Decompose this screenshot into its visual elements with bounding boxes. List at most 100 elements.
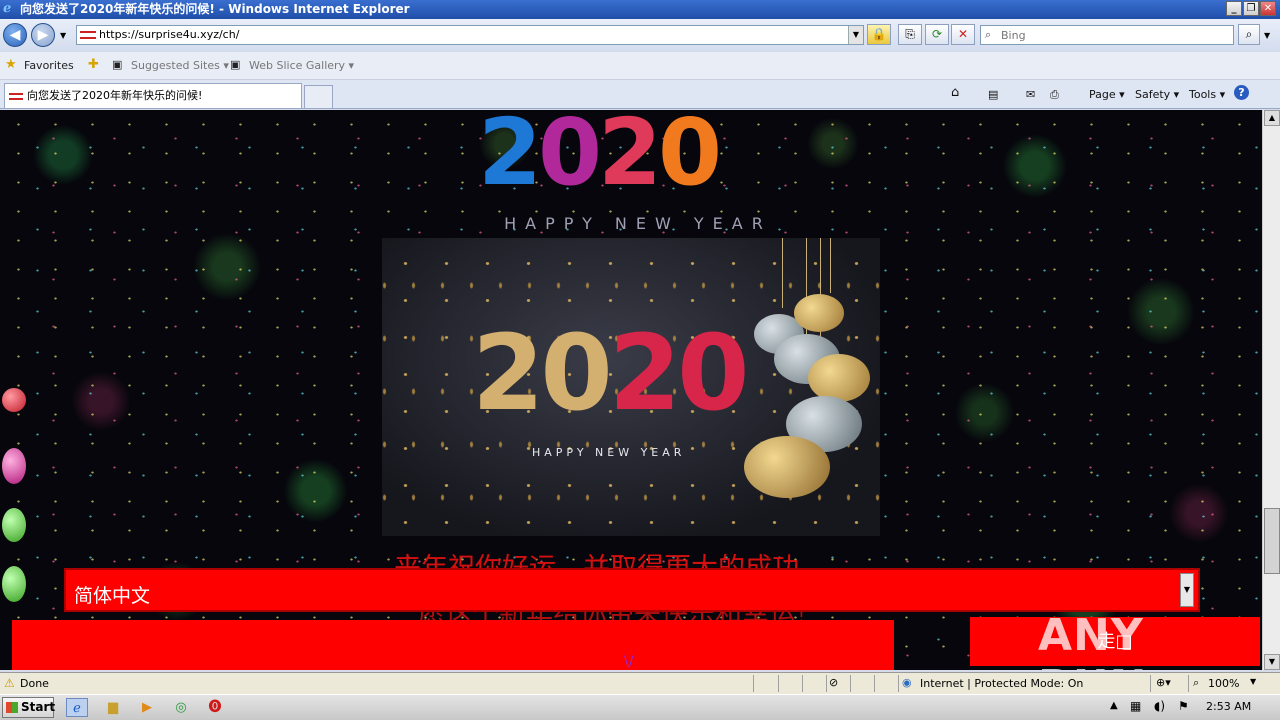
ornament-string [782, 238, 783, 308]
taskbar: Start ℯ ▆ ▶ ◎ ⓿ ▲ ▦ ◖) ⚑ 2:53 AM [0, 694, 1280, 720]
web-slice-icon: ▣ [230, 58, 241, 71]
start-button[interactable]: Start [2, 697, 56, 718]
suggested-sites-link[interactable]: Suggested Sites ▾ [131, 59, 229, 72]
ie-logo-icon: ℯ [3, 1, 12, 16]
scroll-down-icon[interactable]: ▼ [1264, 654, 1280, 670]
read-mail-icon[interactable]: ✉ [1026, 88, 1035, 101]
new-tab-button[interactable] [304, 85, 333, 108]
back-button[interactable]: ◀ [3, 23, 27, 47]
logo-digit: 2 [478, 110, 542, 206]
card-subtitle: HAPPY NEW YEAR [532, 446, 686, 459]
ornament-ball [744, 436, 830, 498]
tray-flag-icon[interactable]: ⚑ [1178, 699, 1189, 713]
start-label: Start [21, 700, 56, 714]
navigation-bar: ◀ ▶ ▼ https://surprise4u.xyz/ch/ ▼ 🔒 ⎘ ⟳… [0, 19, 1280, 52]
search-placeholder: Bing [1001, 29, 1026, 42]
suggested-sites-icon: ▣ [112, 58, 123, 71]
logo-digit: 2 [598, 110, 662, 206]
restore-button[interactable]: ❐ [1243, 1, 1259, 16]
status-divider [850, 675, 851, 692]
new-year-card-image: 2020 HAPPY NEW YEAR [382, 238, 880, 536]
status-bar: ⚠ Done ⊘ ◉ Internet | Protected Mode: On… [0, 672, 1280, 694]
tray-network-icon[interactable]: ▦ [1130, 699, 1141, 713]
search-options-icon[interactable]: ▼ [1264, 31, 1270, 40]
anyrun-watermark: ANY RUN [1038, 610, 1146, 670]
taskbar-explorer-icon[interactable]: ▆ [102, 698, 124, 717]
side-ornament [2, 388, 26, 412]
logo-digit: 0 [658, 110, 722, 206]
web-slice-gallery-link[interactable]: Web Slice Gallery ▾ [249, 59, 354, 72]
status-divider [826, 675, 827, 692]
side-ornament [2, 448, 26, 484]
minimize-button[interactable]: _ [1226, 1, 1242, 16]
tab-active[interactable]: 向您发送了2020年新年快乐的问候! [4, 83, 302, 108]
add-to-favorites-icon[interactable]: ✚ [88, 57, 99, 72]
security-zone-text[interactable]: Internet | Protected Mode: On [920, 677, 1083, 690]
window-title: 向您发送了2020年新年快乐的问候! - Windows Internet Ex… [20, 2, 410, 16]
ornament-ball [794, 294, 844, 332]
taskbar-ie-icon[interactable]: ℯ [66, 698, 88, 717]
page-content: 2020 HAPPY NEW YEAR 2020 HAPPY NEW YEAR … [0, 110, 1262, 670]
name-input[interactable] [12, 620, 894, 670]
zoom-dropdown-icon[interactable]: ▼ [1250, 677, 1256, 686]
warning-icon: ⚠ [4, 676, 15, 690]
side-ornament [2, 508, 26, 542]
tab-label: 向您发送了2020年新年快乐的问候! [27, 89, 203, 102]
search-input[interactable]: ⌕ Bing [980, 25, 1234, 45]
lock-icon[interactable]: 🔒 [867, 24, 891, 45]
internet-zone-icon: ◉ [902, 676, 912, 689]
logo-subtitle: HAPPY NEW YEAR [504, 214, 772, 233]
address-dropdown-icon[interactable]: ▼ [848, 26, 863, 44]
forward-button[interactable]: ▶ [31, 23, 55, 47]
close-window-button[interactable]: ✕ [1260, 1, 1276, 16]
home-icon[interactable]: ⌂ [951, 85, 959, 100]
card-year-red: 20 [608, 312, 750, 434]
tray-expand-icon[interactable]: ▲ [1110, 700, 1118, 711]
status-divider [874, 675, 875, 692]
page-menu[interactable]: Page ▾ [1089, 88, 1125, 101]
recent-pages-dropdown-icon[interactable]: ▼ [60, 31, 66, 40]
refresh-icon[interactable]: ⟳ [925, 24, 949, 45]
protected-mode-icon[interactable]: ⊕▾ [1156, 676, 1171, 689]
address-url[interactable]: https://surprise4u.xyz/ch/ [99, 28, 239, 41]
ornament-string [830, 238, 831, 293]
language-select[interactable]: 简体中文 ▼ [64, 568, 1200, 612]
status-divider [778, 675, 779, 692]
popup-blocker-icon[interactable]: ⊘ [829, 676, 838, 689]
card-year: 2020 [472, 318, 749, 428]
scroll-up-icon[interactable]: ▲ [1264, 110, 1280, 126]
search-button[interactable]: ⌕ [1238, 24, 1260, 45]
zoom-icon[interactable]: ⌕ [1193, 676, 1199, 690]
status-divider [1188, 675, 1189, 692]
feeds-icon[interactable]: ▤ [988, 88, 998, 101]
favorites-star-icon: ★ [5, 57, 17, 72]
favorites-button[interactable]: Favorites [24, 59, 74, 72]
address-bar[interactable]: https://surprise4u.xyz/ch/ ▼ [76, 25, 864, 45]
vertical-scrollbar[interactable]: ▲ ▼ [1262, 110, 1280, 670]
status-divider [802, 675, 803, 692]
compatibility-view-icon[interactable]: ⎘ [898, 24, 922, 45]
safety-menu[interactable]: Safety ▾ [1135, 88, 1179, 101]
side-ornament [2, 566, 26, 602]
favorites-bar: ★ Favorites ✚ ▣ Suggested Sites ▾ ▣ Web … [0, 52, 1280, 80]
select-arrow-icon[interactable]: ▼ [1180, 573, 1194, 607]
language-select-value: 简体中文 [74, 585, 151, 607]
window-title-bar: ℯ 向您发送了2020年新年快乐的问候! - Windows Internet … [0, 0, 1280, 19]
scroll-thumb[interactable] [1264, 508, 1280, 574]
card-year-gold: 20 [472, 312, 613, 434]
tray-volume-icon[interactable]: ◖) [1154, 699, 1165, 713]
taskbar-chrome-icon[interactable]: ◎ [170, 698, 192, 717]
taskbar-clock[interactable]: 2:53 AM [1206, 700, 1251, 713]
windows-logo-icon [6, 702, 18, 713]
bottom-mark: \/ [624, 654, 634, 670]
taskbar-opera-icon[interactable]: ⓿ [204, 698, 226, 717]
taskbar-media-player-icon[interactable]: ▶ [136, 698, 158, 717]
zoom-level[interactable]: 100% [1208, 677, 1239, 690]
print-icon[interactable]: ⎙ [1050, 88, 1059, 102]
help-icon[interactable]: ? [1234, 85, 1249, 100]
logo-digit: 0 [538, 110, 602, 206]
stop-icon[interactable]: ✕ [951, 24, 975, 45]
tools-menu[interactable]: Tools ▾ [1189, 88, 1225, 101]
status-divider [753, 675, 754, 692]
search-provider-icon: ⌕ [985, 28, 992, 41]
